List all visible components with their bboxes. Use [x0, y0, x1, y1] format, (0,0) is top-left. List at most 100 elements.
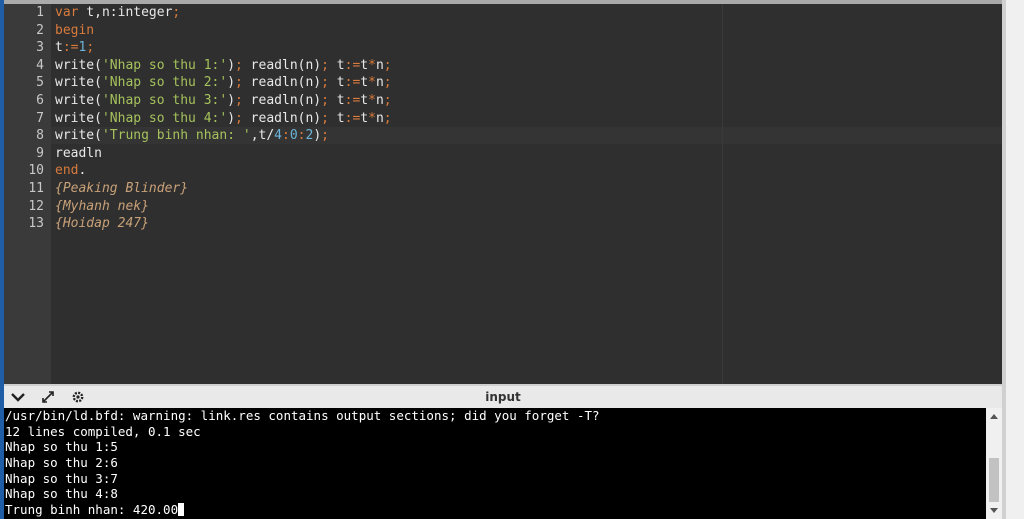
code-token: t	[360, 75, 369, 91]
code-token: ;	[321, 57, 329, 73]
code-token: ;	[235, 75, 243, 91]
code-token: )	[227, 92, 236, 108]
code-line[interactable]: {Myhanh nek}	[55, 198, 715, 216]
code-token: ;	[235, 57, 243, 73]
code-line[interactable]: write('Nhap so thu 3:'); readln(n); t:=t…	[55, 92, 715, 110]
code-token: begin	[55, 22, 95, 38]
code-token: ;	[383, 92, 392, 108]
code-token: :=	[62, 40, 79, 56]
line-number: 3	[36, 40, 44, 56]
line-number: 6	[36, 92, 44, 108]
code-line[interactable]: t:=1;	[55, 39, 715, 57]
console-line: Nhap so thu 1:5	[5, 439, 118, 455]
scroll-up-arrow-icon[interactable]	[989, 412, 999, 422]
window-right-frame	[1002, 0, 1024, 519]
scroll-down-arrow-icon[interactable]	[989, 505, 999, 515]
right-margin-guide	[722, 4, 723, 384]
code-token: {Myhanh nek}	[55, 198, 149, 214]
code-token: readln(n)	[242, 75, 322, 91]
console-line: Nhap so thu 4:8	[5, 486, 118, 502]
code-token: 'Nhap so thu 1:'	[101, 57, 228, 73]
console-line: 12 lines compiled, 0.1 sec	[5, 423, 201, 439]
code-token: :	[282, 128, 290, 144]
code-token: t	[328, 57, 345, 73]
line-number: 8	[36, 128, 44, 144]
code-line[interactable]: {Peaking Blinder}	[55, 180, 715, 198]
line-number: 11	[28, 180, 44, 196]
code-token: 'Trung binh nhan: '	[101, 128, 251, 144]
code-token: {Peaking Blinder}	[55, 180, 189, 196]
code-token: ;	[321, 128, 329, 144]
code-token: 'Nhap so thu 2:'	[101, 75, 228, 91]
code-token: ;	[172, 5, 181, 20]
code-token: readln(n)	[242, 92, 322, 108]
code-token: )	[313, 128, 322, 144]
code-token: t	[360, 110, 369, 126]
console-line: Nhap so thu 3:7	[5, 470, 118, 486]
code-token: :=	[344, 75, 361, 91]
code-token: write(	[55, 92, 102, 108]
code-line[interactable]: write('Nhap so thu 1:'); readln(n); t:=t…	[55, 57, 715, 75]
code-token: ,t/	[250, 128, 275, 144]
output-panel-header: input	[4, 384, 1002, 408]
code-token: .	[78, 163, 87, 179]
code-token: *	[368, 57, 376, 73]
code-token: write(	[55, 57, 102, 73]
output-console[interactable]: /usr/bin/ld.bfd: warning: link.res conta…	[4, 408, 986, 519]
code-token: var	[55, 5, 79, 20]
code-line[interactable]: write('Nhap so thu 2:'); readln(n); t:=t…	[55, 74, 715, 92]
code-token: :=	[344, 92, 361, 108]
code-token: n	[375, 57, 384, 73]
code-line[interactable]: begin	[55, 22, 715, 40]
line-number: 5	[36, 75, 44, 91]
code-line[interactable]: var t,n:integer;	[55, 4, 715, 22]
code-editor[interactable]: 1 2 3 4 5 6 7 8 9 10 11 12 13 var t,n:integer; begin t…	[4, 4, 1002, 384]
line-number: 10	[28, 163, 44, 179]
code-token: )	[227, 110, 236, 126]
code-token: {Hoidap 247}	[55, 216, 149, 232]
line-number: 9	[36, 145, 44, 161]
code-token: t	[55, 40, 63, 56]
code-token: ;	[321, 92, 329, 108]
code-token: ;	[383, 110, 392, 126]
line-numbers: 1 2 3 4 5 6 7 8 9 10 11 12 13	[4, 4, 44, 233]
code-token: 4	[274, 128, 282, 144]
line-number: 4	[36, 57, 44, 73]
code-token: ;	[383, 57, 392, 73]
code-token: write(	[55, 75, 102, 91]
code-token: t	[328, 92, 345, 108]
line-number: 12	[28, 198, 44, 214]
code-token: readln(n)	[242, 57, 322, 73]
line-number: 1	[36, 5, 44, 20]
panel-title: input	[485, 390, 521, 404]
code-line[interactable]: write('Nhap so thu 4:'); readln(n); t:=t…	[55, 110, 715, 128]
code-token: readln	[55, 145, 102, 161]
code-token: ;	[235, 92, 243, 108]
code-lines[interactable]: var t,n:integer; begin t:=1; write('Nhap so…	[55, 4, 715, 233]
code-line[interactable]: write('Trung binh nhan: ',t/4:0:2);	[55, 127, 715, 145]
code-token: 'Nhap so thu 3:'	[101, 92, 228, 108]
code-line[interactable]: {Hoidap 247}	[55, 215, 715, 233]
code-line[interactable]: end.	[55, 162, 715, 180]
code-token: n	[375, 92, 384, 108]
console-scrollbar[interactable]	[986, 408, 1002, 519]
scrollbar-thumb[interactable]	[989, 458, 999, 502]
code-token: ;	[86, 40, 95, 56]
code-token: n	[375, 75, 384, 91]
line-number: 7	[36, 110, 44, 126]
code-token: n	[375, 110, 384, 126]
text-cursor	[178, 503, 185, 517]
code-token: t	[328, 75, 345, 91]
code-token: 'Nhap so thu 4:'	[101, 110, 228, 126]
code-token: t	[360, 92, 369, 108]
code-token: ;	[235, 110, 243, 126]
console-line: Nhap so thu 2:6	[5, 455, 118, 471]
code-token: t	[328, 110, 345, 126]
code-line[interactable]: readln	[55, 145, 715, 163]
line-number: 13	[28, 216, 44, 232]
code-token: ;	[321, 75, 329, 91]
code-token: *	[368, 110, 376, 126]
code-token: )	[227, 75, 236, 91]
code-token: write(	[55, 110, 102, 126]
console-line: /usr/bin/ld.bfd: warning: link.res conta…	[5, 408, 600, 423]
